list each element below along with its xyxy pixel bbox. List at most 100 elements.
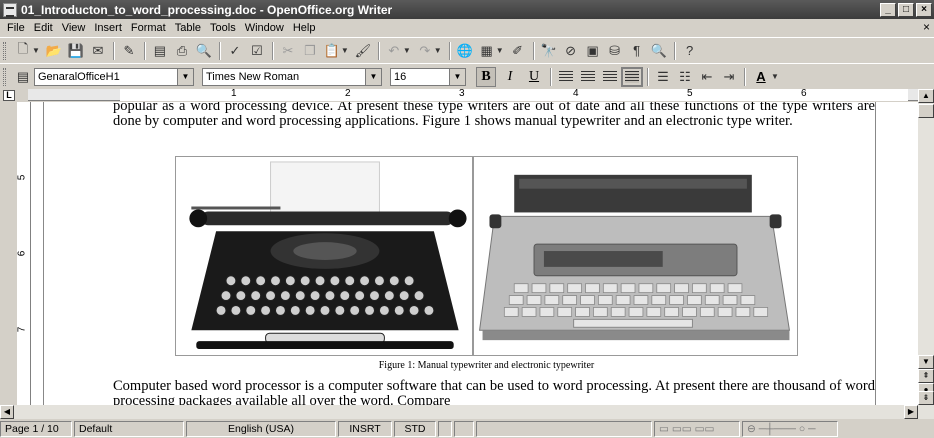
decrease-indent-icon[interactable]: ⇤ xyxy=(698,68,716,86)
bullets-icon[interactable]: ☷ xyxy=(676,68,694,86)
maximize-button[interactable]: □ xyxy=(898,2,914,17)
justify-icon[interactable] xyxy=(621,66,643,87)
autospellcheck-icon[interactable]: ☑ xyxy=(248,42,266,60)
paragraph-bottom[interactable]: Computer based word processor is a compu… xyxy=(113,379,875,406)
paste-icon[interactable]: 📋 xyxy=(323,42,341,60)
show-draw-functions-icon[interactable]: ✐ xyxy=(509,42,527,60)
formatting-marks-icon[interactable]: ¶ xyxy=(628,42,646,60)
styles-formatting-icon[interactable]: ▤ xyxy=(14,68,32,86)
menu-window[interactable]: Window xyxy=(242,22,290,34)
zoom-slider[interactable]: ⊖ ─┼─── ○ ─ xyxy=(742,421,838,437)
close-button[interactable]: × xyxy=(916,2,932,17)
minimize-button[interactable]: _ xyxy=(880,2,896,17)
print-icon[interactable]: ⎙ xyxy=(173,42,191,60)
toolbar-grip[interactable] xyxy=(3,41,6,60)
horizontal-ruler[interactable]: 1 2 3 4 5 6 xyxy=(28,88,918,101)
scroll-right-icon[interactable]: ▶ xyxy=(904,405,918,419)
email-icon[interactable]: ✉ xyxy=(89,42,107,60)
spellcheck-icon[interactable]: ✓ xyxy=(226,42,244,60)
paste-dropdown-icon[interactable]: ▼ xyxy=(341,46,349,55)
paragraph-style-combo[interactable]: ▼ xyxy=(34,67,194,86)
vertical-scroll-thumb[interactable] xyxy=(918,104,934,118)
ruler-number: 5 xyxy=(687,88,693,99)
page-preview-icon[interactable]: 🔍 xyxy=(195,42,213,60)
horizontal-scrollbar[interactable]: ◀ ▶ xyxy=(0,405,934,419)
underline-button[interactable]: U xyxy=(524,67,544,87)
table-dropdown-icon[interactable]: ▼ xyxy=(496,46,504,55)
clone-formatting-icon[interactable]: 🖌 xyxy=(354,42,372,60)
scroll-left-icon[interactable]: ◀ xyxy=(0,405,14,419)
copy-icon[interactable]: ❐ xyxy=(301,42,319,60)
page-style[interactable]: Default xyxy=(74,421,184,437)
new-document-icon[interactable]: 🗋 xyxy=(14,41,32,60)
font-name-input[interactable] xyxy=(203,68,365,85)
paragraph-top[interactable]: popular as a word processing device. At … xyxy=(113,102,875,129)
align-right-icon[interactable] xyxy=(603,70,617,83)
menu-help[interactable]: Help xyxy=(290,22,322,34)
close-document-button[interactable]: × xyxy=(923,20,930,34)
zoom-icon[interactable]: 🔍 xyxy=(650,42,668,60)
language-indicator[interactable]: English (USA) xyxy=(186,421,336,437)
navigator-icon[interactable]: ⊘ xyxy=(562,42,580,60)
toolbar-separator xyxy=(271,41,273,60)
previous-page-icon[interactable]: ⇞ xyxy=(918,369,934,383)
menu-tools[interactable]: Tools xyxy=(207,22,242,34)
undo-dropdown-icon[interactable]: ▼ xyxy=(403,46,411,55)
open-folder-icon[interactable]: 📂 xyxy=(45,42,63,60)
export-pdf-icon[interactable]: ▤ xyxy=(151,42,169,60)
align-center-icon[interactable] xyxy=(581,70,595,83)
document-area[interactable]: popular as a word processing device. At … xyxy=(31,102,918,405)
manual-typewriter-image[interactable] xyxy=(175,156,473,356)
save-icon[interactable]: 💾 xyxy=(67,42,85,60)
vertical-ruler[interactable]: 5 6 7 xyxy=(16,102,31,405)
figure-typewriters[interactable] xyxy=(175,156,798,356)
page-indicator[interactable]: Page 1 / 10 xyxy=(0,421,72,437)
menu-file[interactable]: File xyxy=(4,22,31,34)
align-left-icon[interactable] xyxy=(559,70,573,83)
menu-table[interactable]: Table xyxy=(172,22,207,34)
vertical-scrollbar[interactable]: ▲ ▼ ⇞ ● ⇟ xyxy=(918,89,934,405)
scroll-down-icon[interactable]: ▼ xyxy=(918,355,934,369)
menu-view[interactable]: View xyxy=(59,22,92,34)
font-size-input[interactable] xyxy=(391,68,449,85)
chevron-down-icon[interactable]: ▼ xyxy=(365,68,381,85)
formatting-toolbar: ▤ ▼ ▼ ▼ B I U ☰ ☷ ⇤ ⇥ A ▼ xyxy=(0,63,934,90)
increase-indent-icon[interactable]: ⇥ xyxy=(720,68,738,86)
paragraph-style-input[interactable] xyxy=(35,68,177,85)
chevron-down-icon[interactable]: ▼ xyxy=(449,68,465,85)
edit-file-icon[interactable]: ✎ xyxy=(120,42,138,60)
help-icon[interactable]: ? xyxy=(681,42,699,60)
gallery-icon[interactable]: ▣ xyxy=(584,42,602,60)
chevron-down-icon[interactable]: ▼ xyxy=(177,68,193,85)
insert-mode[interactable]: INSRT xyxy=(338,421,392,437)
undo-icon[interactable]: ↶ xyxy=(385,42,403,60)
redo-icon[interactable]: ↷ xyxy=(416,42,434,60)
menu-format[interactable]: Format xyxy=(128,22,172,34)
next-page-icon[interactable]: ⇟ xyxy=(918,391,934,405)
scroll-up-icon[interactable]: ▲ xyxy=(918,89,934,103)
menu-edit[interactable]: Edit xyxy=(31,22,59,34)
tab-stop-selector[interactable]: L xyxy=(3,90,15,101)
toolbar-separator xyxy=(744,67,745,86)
data-sources-icon[interactable]: ⛁ xyxy=(606,42,624,60)
font-size-combo[interactable]: ▼ xyxy=(390,67,466,86)
hyperlink-icon[interactable]: 🌐 xyxy=(456,42,474,60)
font-color-button[interactable]: A xyxy=(751,67,771,87)
font-name-combo[interactable]: ▼ xyxy=(202,67,382,86)
digital-signature-indicator[interactable] xyxy=(454,421,474,437)
font-color-dropdown-icon[interactable]: ▼ xyxy=(771,72,779,81)
cut-icon[interactable]: ✂ xyxy=(279,42,297,60)
italic-button[interactable]: I xyxy=(500,67,520,87)
find-replace-icon[interactable]: 🔭 xyxy=(540,42,558,60)
writer-app-icon[interactable] xyxy=(3,2,17,17)
menu-insert[interactable]: Insert xyxy=(91,22,128,34)
toolbar-grip[interactable] xyxy=(3,67,6,86)
table-icon[interactable]: ▦ xyxy=(478,42,496,60)
view-layout-icon[interactable]: ▭ ▭▭ ▭▭ xyxy=(654,421,740,437)
selection-mode[interactable]: STD xyxy=(394,421,436,437)
electronic-typewriter-image[interactable] xyxy=(473,156,798,356)
numbering-icon[interactable]: ☰ xyxy=(654,68,672,86)
redo-dropdown-icon[interactable]: ▼ xyxy=(434,46,442,55)
new-dropdown-icon[interactable]: ▼ xyxy=(32,46,40,55)
bold-button[interactable]: B xyxy=(476,66,496,87)
